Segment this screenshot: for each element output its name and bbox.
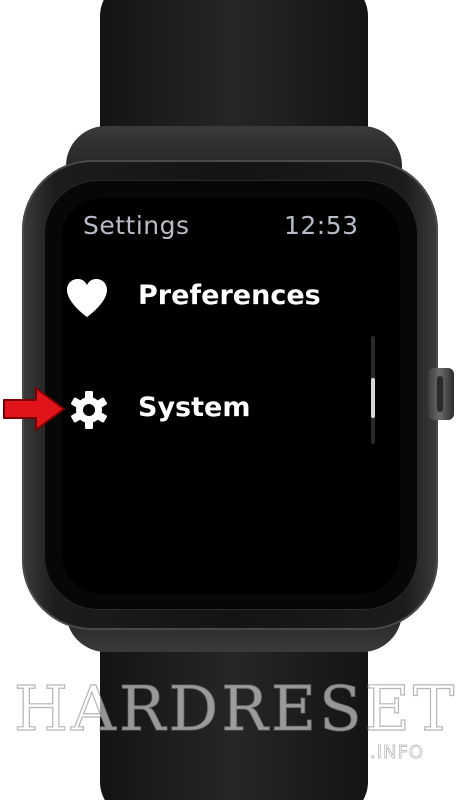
menu-item-system[interactable]: System: [62, 380, 362, 440]
scrollbar-thumb[interactable]: [371, 378, 375, 419]
watermark-text: HARDRESET: [13, 671, 458, 745]
menu-item-label: System: [138, 392, 251, 423]
gear-icon: [71, 391, 107, 429]
watch-photo: Settings 12:53 Preferences System HARDRE…: [0, 0, 463, 800]
clock-time: 12:53: [284, 211, 359, 240]
watermark-subtext: .INFO: [370, 742, 425, 764]
screen-title: Settings: [83, 211, 190, 240]
menu-item-label: Preferences: [138, 280, 321, 311]
menu-item-preferences[interactable]: Preferences: [62, 268, 362, 328]
crown-ridge: [437, 376, 443, 412]
arrow-right-icon: [3, 387, 65, 431]
heart-icon: [67, 279, 107, 317]
